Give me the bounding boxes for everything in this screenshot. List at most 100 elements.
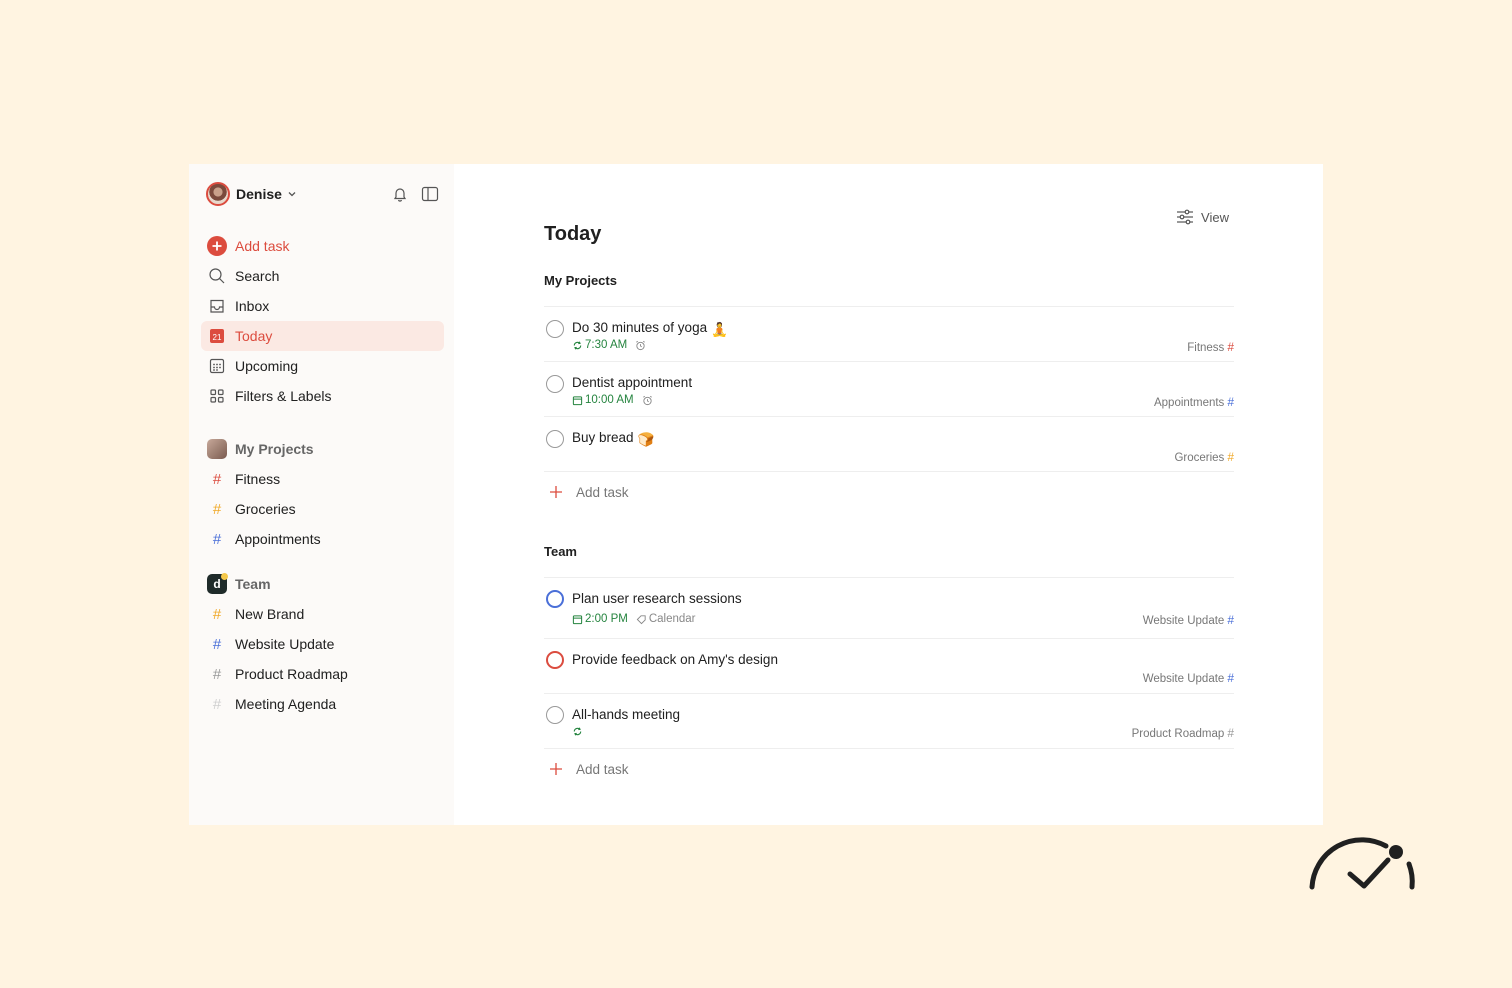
bell-icon[interactable]	[388, 182, 412, 206]
task-item[interactable]: Buy bread 🍞 Groceries #	[544, 417, 1234, 472]
task-item[interactable]: Do 30 minutes of yoga 🧘 7:30 AM Fitness #	[544, 307, 1234, 362]
task-title: Dentist appointment	[572, 375, 693, 390]
sidebar-nav: Add task Search Inbox 21 Today Upcoming …	[201, 231, 444, 719]
hash-icon: #	[212, 605, 222, 623]
recurring-icon	[572, 726, 583, 737]
team-workspace-avatar: d	[207, 573, 228, 594]
nav-label: Inbox	[235, 298, 270, 314]
project-item-new-brand[interactable]: # New Brand	[201, 599, 444, 629]
view-button[interactable]: View	[1176, 206, 1229, 228]
alarm-icon	[642, 395, 653, 406]
task-checkbox[interactable]	[546, 375, 564, 393]
task-project-tag[interactable]: Appointments #	[1154, 395, 1234, 409]
task-checkbox[interactable]	[546, 320, 564, 338]
hash-icon: #	[212, 500, 222, 518]
brand-logo-icon	[1309, 837, 1415, 890]
task-due: 2:00 PM Calendar	[572, 613, 696, 625]
alarm-icon	[635, 340, 646, 351]
sidebar-item-inbox[interactable]: Inbox	[201, 291, 444, 321]
app-window: Denise Add task Search Inbox 21 Today Up…	[189, 164, 1323, 825]
section-title: Team	[544, 543, 577, 559]
calendar-grid-icon	[207, 356, 227, 376]
section-title: My Projects	[544, 272, 617, 288]
sidebar-item-today[interactable]: 21 Today	[201, 321, 444, 351]
task-due	[572, 726, 585, 737]
task-project-tag[interactable]: Website Update #	[1143, 613, 1234, 627]
sidebar-item-filters-labels[interactable]: Filters & Labels	[201, 381, 444, 411]
group-title: My Projects	[235, 441, 314, 457]
nav-label: Filters & Labels	[235, 388, 332, 404]
search-icon	[207, 266, 227, 286]
section-team: Team Plan user research sessions 2:00 PM…	[544, 541, 1234, 789]
add-task-inline-button[interactable]: Add task	[544, 749, 1234, 789]
yoga-emoji-icon: 🧘	[711, 322, 728, 337]
project-item-fitness[interactable]: # Fitness	[201, 464, 444, 494]
chevron-down-icon[interactable]	[286, 188, 298, 200]
project-item-groceries[interactable]: # Groceries	[201, 494, 444, 524]
task-checkbox[interactable]	[546, 590, 564, 608]
task-title: All-hands meeting	[572, 707, 681, 722]
sidebar: Denise Add task Search Inbox 21 Today Up…	[189, 164, 454, 825]
project-label: New Brand	[235, 606, 305, 622]
project-item-meeting-agenda[interactable]: # Meeting Agenda	[201, 689, 444, 719]
hash-icon: #	[212, 470, 222, 488]
sliders-icon	[1176, 209, 1194, 225]
view-label: View	[1201, 209, 1229, 225]
recurring-icon	[572, 340, 583, 351]
hash-icon: #	[212, 665, 222, 683]
workspace-avatar	[207, 439, 227, 459]
task-project-tag[interactable]: Groceries #	[1174, 450, 1234, 464]
project-item-product-roadmap[interactable]: # Product Roadmap	[201, 659, 444, 689]
task-project-tag[interactable]: Fitness #	[1187, 340, 1234, 354]
filters-grid-icon	[207, 386, 227, 406]
task-title: Buy bread 🍞	[572, 430, 655, 447]
sidebar-header: Denise	[206, 182, 442, 206]
project-label: Meeting Agenda	[235, 696, 337, 712]
task-checkbox[interactable]	[546, 706, 564, 724]
sidebar-item-upcoming[interactable]: Upcoming	[201, 351, 444, 381]
calendar-today-icon: 21	[207, 326, 227, 346]
team-header[interactable]: d Team	[201, 569, 444, 599]
project-label: Website Update	[235, 636, 335, 652]
task-checkbox[interactable]	[546, 651, 564, 669]
avatar[interactable]	[206, 182, 230, 206]
add-task-inline-button[interactable]: Add task	[544, 472, 1234, 512]
add-task-button[interactable]: Add task	[201, 231, 444, 261]
task-label[interactable]: Calendar	[636, 613, 696, 625]
nav-label: Today	[235, 328, 273, 344]
task-due: 10:00 AM	[572, 394, 653, 406]
task-title: Provide feedback on Amy's design	[572, 652, 778, 667]
page-title: Today	[544, 223, 602, 245]
sidebar-toggle-icon[interactable]	[418, 182, 442, 206]
bread-emoji-icon: 🍞	[637, 432, 655, 447]
task-checkbox[interactable]	[546, 430, 564, 448]
project-label: Fitness	[235, 471, 281, 487]
hash-icon: #	[212, 635, 222, 653]
project-label: Product Roadmap	[235, 666, 348, 682]
task-item[interactable]: Dentist appointment 10:00 AM Appointment…	[544, 362, 1234, 417]
project-item-website-update[interactable]: # Website Update	[201, 629, 444, 659]
task-due: 7:30 AM	[572, 339, 646, 351]
sidebar-item-search[interactable]: Search	[201, 261, 444, 291]
main-content: View Today My Projects Do 30 minutes of …	[454, 164, 1323, 825]
my-projects-header[interactable]: My Projects	[201, 434, 444, 464]
calendar-small-icon	[572, 395, 583, 406]
hash-icon: #	[212, 695, 222, 713]
task-item[interactable]: All-hands meeting Product Roadmap #	[544, 694, 1234, 749]
task-item[interactable]: Provide feedback on Amy's design Website…	[544, 639, 1234, 694]
project-label: Appointments	[235, 531, 321, 547]
user-name[interactable]: Denise	[236, 186, 282, 202]
section-my-projects: My Projects Do 30 minutes of yoga 🧘 7:30 …	[544, 270, 1234, 512]
group-title: Team	[235, 576, 271, 592]
project-item-appointments[interactable]: # Appointments	[201, 524, 444, 554]
calendar-small-icon	[572, 614, 583, 625]
task-project-tag[interactable]: Website Update #	[1143, 671, 1234, 685]
plus-icon	[548, 761, 564, 777]
nav-label: Upcoming	[235, 358, 299, 374]
add-circle-icon	[207, 236, 227, 256]
task-item[interactable]: Plan user research sessions 2:00 PM Cale…	[544, 578, 1234, 639]
project-label: Groceries	[235, 501, 296, 517]
task-project-tag[interactable]: Product Roadmap #	[1132, 726, 1234, 740]
label-tag-icon	[636, 614, 647, 625]
nav-label: Add task	[235, 238, 290, 254]
